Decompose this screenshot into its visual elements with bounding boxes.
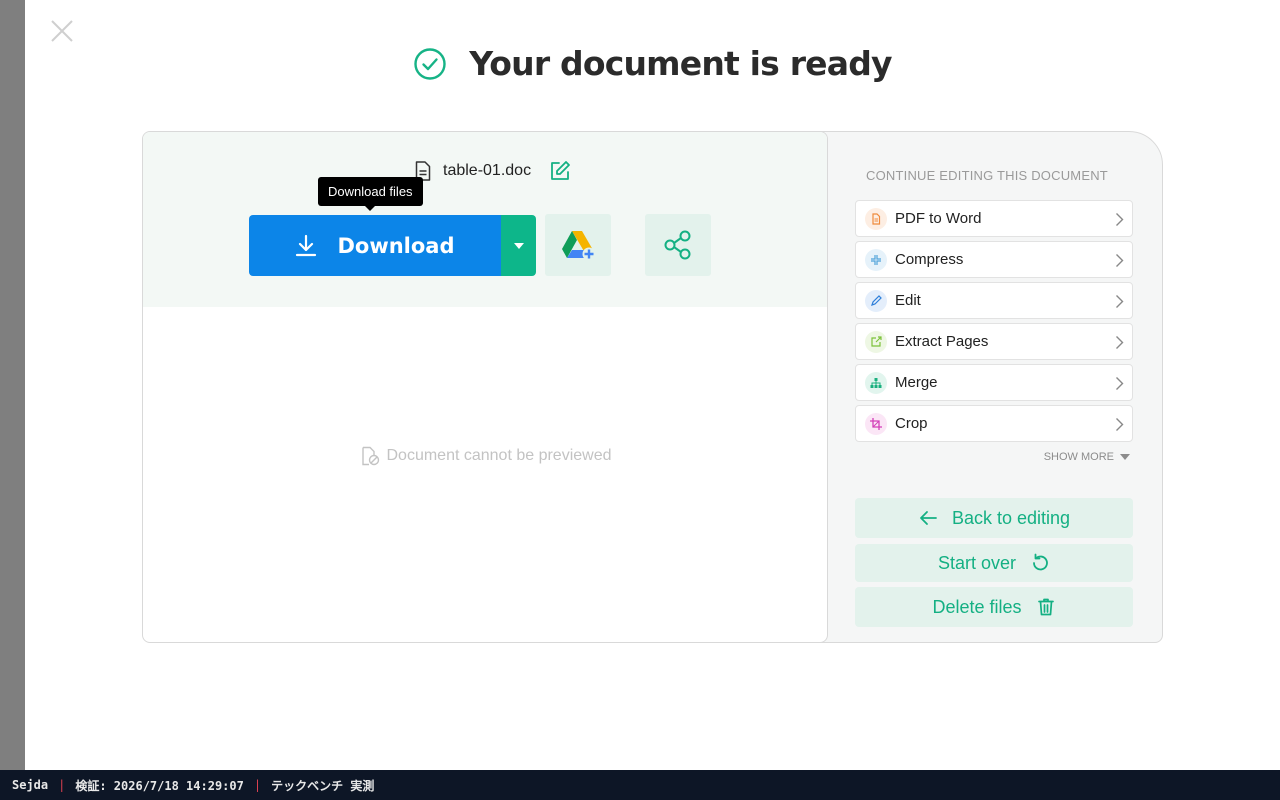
download-icon (296, 234, 317, 256)
trash-icon (1037, 598, 1054, 616)
download-options-dropdown[interactable] (501, 215, 536, 276)
download-button[interactable]: Download (249, 215, 501, 276)
file-warning-icon (362, 446, 380, 466)
share-icon (664, 230, 691, 260)
page-title: Your document is ready (469, 44, 892, 83)
delete-label: Delete files (932, 596, 1022, 617)
left-gray-strip (0, 0, 25, 770)
download-area: table-01.doc Download files Download (143, 132, 827, 307)
separator: | (253, 778, 262, 792)
tool-label: Edit (895, 292, 921, 309)
caret-down-icon (513, 242, 524, 249)
tool-label: PDF to Word (895, 210, 982, 227)
back-label: Back to editing (951, 507, 1071, 528)
chevron-right-icon (1116, 254, 1124, 267)
tool-list: PDF to Word Compress Edit Extract Pages (855, 200, 1133, 446)
pencil-icon (865, 289, 887, 312)
tool-edit[interactable]: Edit (855, 282, 1133, 319)
save-to-google-drive-button[interactable] (545, 214, 611, 276)
show-more-button[interactable]: SHOW MORE (1044, 451, 1130, 463)
document-card: table-01.doc Download files Download Doc… (142, 131, 828, 643)
back-to-editing-button[interactable]: Back to editing (855, 498, 1133, 538)
download-tooltip: Download files (318, 177, 423, 211)
preview-message-text: Document cannot be previewed (386, 447, 612, 464)
close-button[interactable] (49, 18, 75, 44)
compress-icon (865, 248, 887, 271)
preview-unavailable-message: Document cannot be previewed (143, 446, 827, 466)
file-row: table-01.doc (415, 160, 571, 182)
crop-icon (865, 412, 887, 435)
status-bar: Sejda | 検証: 2026/7/18 14:29:07 | テックベンチ … (0, 770, 1280, 800)
tool-label: Crop (895, 415, 928, 432)
share-button[interactable] (645, 214, 711, 276)
chevron-right-icon (1116, 213, 1124, 226)
tool-label: Merge (895, 374, 938, 391)
tool-merge[interactable]: Merge (855, 364, 1133, 401)
chevron-right-icon (1116, 418, 1124, 431)
tool-extract-pages[interactable]: Extract Pages (855, 323, 1133, 360)
pdf-to-word-icon (865, 207, 887, 230)
page-heading: Your document is ready (0, 44, 1280, 83)
tool-crop[interactable]: Crop (855, 405, 1133, 442)
chevron-right-icon (1116, 377, 1124, 390)
caret-down-icon (1120, 454, 1130, 460)
arrow-left-icon (920, 511, 937, 525)
tool-label: Compress (895, 251, 964, 268)
status-verify: 検証: 2026/7/18 14:29:07 (75, 778, 244, 793)
start-over-label: Start over (937, 552, 1017, 573)
restart-icon (1033, 553, 1048, 571)
extract-icon (865, 330, 887, 353)
start-over-button[interactable]: Start over (855, 544, 1133, 582)
continue-editing-panel: CONTINUE EDITING THIS DOCUMENT PDF to Wo… (818, 131, 1163, 643)
chevron-right-icon (1116, 295, 1124, 308)
tool-compress[interactable]: Compress (855, 241, 1133, 278)
status-source: テックベンチ 実測 (271, 778, 375, 793)
close-icon (51, 20, 73, 42)
tool-label: Extract Pages (895, 333, 989, 350)
tool-pdf-to-word[interactable]: PDF to Word (855, 200, 1133, 237)
merge-icon (865, 371, 887, 394)
status-app: Sejda (12, 778, 49, 792)
edit-filename-icon[interactable] (549, 160, 571, 182)
google-drive-icon (562, 231, 596, 261)
file-name: table-01.doc (443, 162, 532, 179)
separator: | (58, 778, 66, 792)
delete-files-button[interactable]: Delete files (855, 587, 1133, 627)
show-more-label: SHOW MORE (1043, 451, 1114, 463)
chevron-right-icon (1116, 336, 1124, 349)
panel-title: CONTINUE EDITING THIS DOCUMENT (866, 168, 1108, 183)
check-circle-icon (414, 47, 446, 80)
download-label: Download (337, 233, 455, 258)
